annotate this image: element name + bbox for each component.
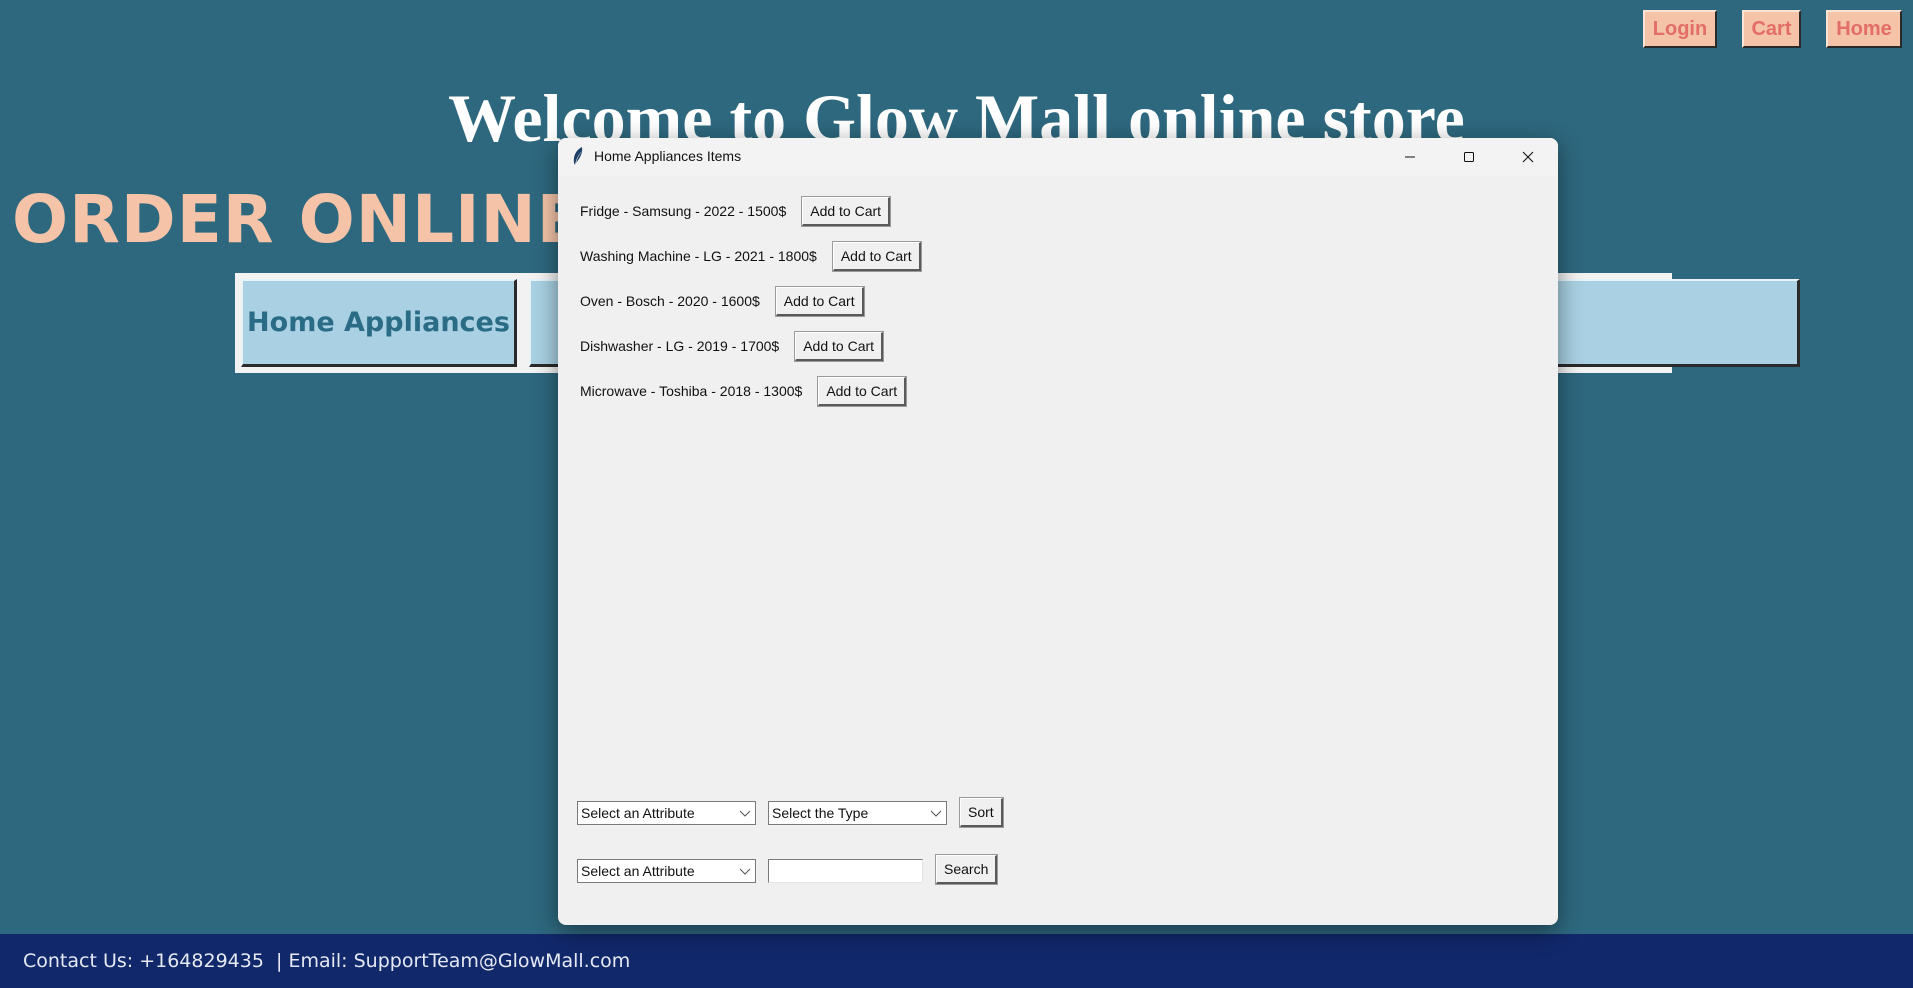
sort-type-select[interactable]: Select the Type (768, 801, 947, 825)
sort-attribute-select[interactable]: Select an Attribute (577, 801, 756, 825)
home-appliances-window: Home Appliances Items Fridge - Samsung -… (558, 138, 1558, 925)
item-label: Dishwasher - LG - 2019 - 1700$ (580, 338, 780, 354)
window-title: Home Appliances Items (594, 148, 742, 164)
order-online-heading: ORDER ONLINE (12, 181, 583, 258)
footer-contact: Contact Us: +164829435 | Email: SupportT… (0, 934, 1913, 988)
list-item: Oven - Bosch - 2020 - 1600$ Add to Cart (580, 285, 865, 317)
window-titlebar[interactable]: Home Appliances Items (558, 138, 1558, 176)
close-icon[interactable] (1499, 138, 1557, 176)
list-item: Washing Machine - LG - 2021 - 1800$ Add … (580, 240, 922, 272)
search-input[interactable] (768, 859, 923, 883)
sort-attribute-value: Select an Attribute (581, 805, 695, 821)
category-home-appliances-button[interactable]: Home Appliances (241, 279, 517, 367)
add-to-cart-button[interactable]: Add to Cart (801, 195, 892, 227)
add-to-cart-button[interactable]: Add to Cart (831, 240, 922, 272)
list-item: Dishwasher - LG - 2019 - 1700$ Add to Ca… (580, 330, 885, 362)
login-button[interactable]: Login (1643, 10, 1717, 48)
home-button[interactable]: Home (1826, 10, 1902, 48)
list-item: Fridge - Samsung - 2022 - 1500$ Add to C… (580, 195, 892, 227)
chevron-down-icon (739, 810, 751, 817)
add-to-cart-button[interactable]: Add to Cart (817, 375, 908, 407)
item-label: Fridge - Samsung - 2022 - 1500$ (580, 203, 787, 219)
feather-icon (573, 147, 583, 165)
search-attribute-value: Select an Attribute (581, 863, 695, 879)
chevron-down-icon (930, 810, 942, 817)
item-label: Washing Machine - LG - 2021 - 1800$ (580, 248, 817, 264)
item-label: Microwave - Toshiba - 2018 - 1300$ (580, 383, 803, 399)
chevron-down-icon (739, 868, 751, 875)
sort-button[interactable]: Sort (959, 797, 1004, 828)
sort-type-value: Select the Type (772, 805, 869, 821)
item-label: Oven - Bosch - 2020 - 1600$ (580, 293, 760, 309)
add-to-cart-button[interactable]: Add to Cart (774, 285, 865, 317)
list-item: Microwave - Toshiba - 2018 - 1300$ Add t… (580, 375, 908, 407)
search-attribute-select[interactable]: Select an Attribute (577, 859, 756, 883)
search-button[interactable]: Search (934, 854, 999, 885)
maximize-icon[interactable] (1440, 138, 1498, 176)
cart-button[interactable]: Cart (1742, 10, 1801, 48)
add-to-cart-button[interactable]: Add to Cart (794, 330, 885, 362)
minimize-icon[interactable] (1381, 138, 1439, 176)
